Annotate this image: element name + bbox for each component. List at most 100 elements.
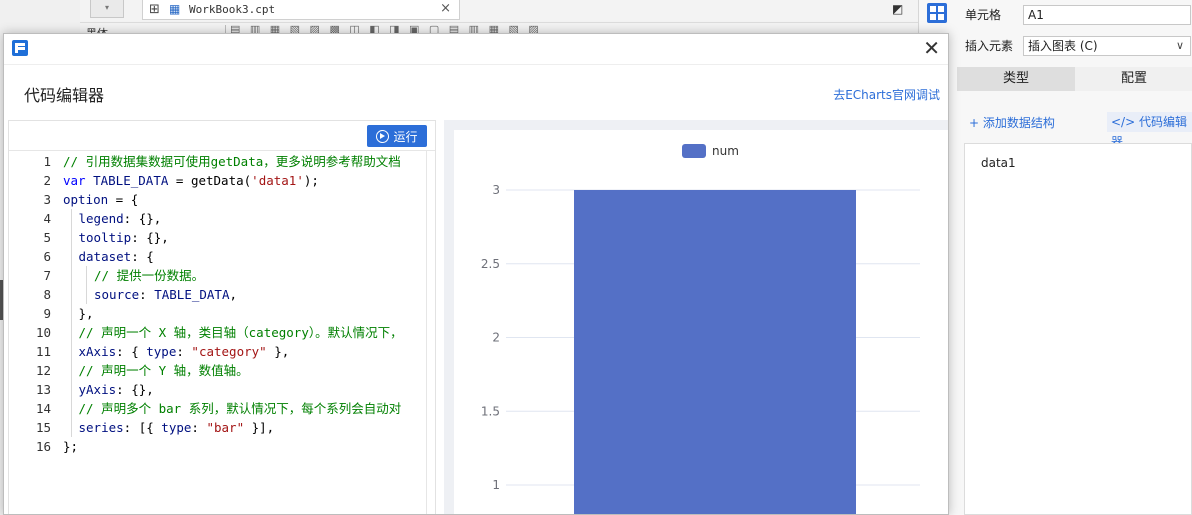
panel-actions: + 添加数据结构 </> 代码编辑器	[957, 112, 1192, 149]
line-number: 5	[43, 230, 51, 245]
code-token: "bar"	[206, 420, 245, 435]
line-number: 3	[43, 192, 51, 207]
grid-icon: ⊞	[149, 2, 160, 17]
code-token: :	[191, 420, 207, 435]
dataset-item[interactable]: data1	[981, 156, 1016, 170]
code-editor-pane: 运行 1 // 引用数据集数据可使用getData，更多说明参考帮助文档 2 var …	[8, 120, 437, 514]
bar-chart: 3 2.5 2 1.5 1	[481, 183, 920, 515]
line-number: 11	[35, 344, 51, 359]
chevron-down-icon: ∨	[1175, 39, 1184, 52]
code-token: : {},	[123, 211, 162, 226]
add-data-structure-button[interactable]: + 添加数据结构	[969, 114, 1055, 131]
code-token: }],	[244, 420, 275, 435]
collapse-icon[interactable]: ◩	[892, 2, 903, 16]
play-icon	[376, 129, 390, 143]
tab-close-icon[interactable]: ×	[440, 1, 451, 16]
insert-element-select[interactable]: 插入图表 (C) ∨	[1023, 36, 1191, 56]
code-token: : [{	[123, 420, 162, 435]
line-number: 4	[43, 211, 51, 226]
cell-element-icon[interactable]	[927, 3, 947, 23]
tab-config[interactable]: 配置	[1075, 67, 1192, 91]
code-token: ,	[229, 287, 238, 302]
code-token: : {},	[131, 230, 169, 245]
line-number: 6	[43, 249, 51, 264]
code-token: TABLE_DATA	[93, 173, 169, 188]
code-text: xAxis: { type: "category" },	[79, 342, 290, 361]
line-number: 15	[35, 420, 51, 435]
code-token: );	[303, 173, 319, 188]
new-dropdown-button[interactable]: ▾	[90, 0, 124, 18]
code-token: source	[94, 287, 140, 302]
tab-type[interactable]: 类型	[957, 67, 1075, 91]
code-text: series: [{ type: "bar" }],	[79, 418, 275, 437]
line-number: 2	[43, 173, 51, 188]
line-number: 16	[35, 439, 51, 454]
code-token: },	[266, 344, 290, 359]
line-number: 13	[35, 382, 51, 397]
panel-tabs: 类型 配置	[957, 67, 1192, 91]
code-token: option	[63, 192, 109, 207]
code-token: tooltip	[78, 230, 132, 245]
indent-guide	[71, 209, 72, 437]
dataset-list: data1	[964, 143, 1192, 515]
code-token: legend	[78, 211, 124, 226]
y-tick-label: 1	[492, 478, 500, 492]
titlebar-divider	[4, 64, 948, 65]
code-token: series	[78, 420, 124, 435]
code-token: type	[146, 344, 177, 359]
echarts-debug-link[interactable]: 去ECharts官网调试	[833, 86, 940, 103]
app-logo-icon	[12, 40, 28, 56]
code-token: : {},	[116, 382, 154, 397]
code-editor-button[interactable]: </> 代码编辑器	[1107, 112, 1192, 149]
bar-num[interactable]	[574, 190, 856, 515]
line-number: 8	[43, 287, 51, 302]
code-text: tooltip: {},	[79, 228, 169, 247]
insert-element-value: 插入图表 (C)	[1028, 39, 1098, 53]
code-text: // 声明多个 bar 系列，默认情况下，每个系列会自动对	[79, 399, 402, 418]
code-token: // 声明一个 X 轴，类目轴（category）。默认情况下，	[78, 325, 403, 340]
code-text: source: TABLE_DATA,	[94, 285, 237, 304]
workbook-icon: ▦	[169, 2, 181, 16]
code-text: var TABLE_DATA = getData('data1');	[63, 171, 319, 190]
code-token: // 引用数据集数据可使用getData，更多说明参考帮助文档	[63, 154, 401, 169]
code-text: // 声明一个 Y 轴，数值轴。	[79, 361, 249, 380]
cell-label: 单元格	[965, 8, 1002, 22]
code-token: = getData(	[168, 173, 252, 188]
code-token: = {	[108, 192, 139, 207]
y-tick-label: 2.5	[481, 257, 500, 271]
code-text: legend: {},	[79, 209, 162, 228]
cell-input[interactable]: A1	[1023, 5, 1191, 25]
run-button-label: 运行	[393, 129, 418, 144]
code-token: : {	[131, 249, 154, 264]
code-token: xAxis	[78, 344, 117, 359]
code-token: dataset	[78, 249, 132, 264]
dialog-title: 代码编辑器	[24, 86, 105, 105]
code-editor-dialog: ✕ 代码编辑器 去ECharts官网调试 运行 1 // 引用数据集数据可使用ge…	[3, 33, 949, 515]
insert-element-label: 插入元素	[965, 39, 1014, 53]
y-tick-label: 1.5	[481, 404, 500, 418]
code-text: },	[79, 304, 94, 323]
run-button[interactable]: 运行	[367, 125, 427, 147]
code-text: yAxis: {},	[79, 380, 154, 399]
code-token: "category"	[191, 344, 267, 359]
code-scroll-track	[426, 151, 427, 514]
code-token: TABLE_DATA	[154, 287, 230, 302]
indent-guide	[86, 266, 87, 304]
chart-preview: num 3 2.5 2 1.5 1	[444, 120, 948, 515]
workbook-tab[interactable]: ⊞ ▦ WorkBook3.cpt ×	[142, 0, 460, 20]
close-icon[interactable]: ✕	[923, 37, 940, 59]
y-tick-label: 3	[492, 183, 500, 197]
right-panel: 单元格 A1 插入元素 插入图表 (C) ∨ 类型 配置 + 添加数据结构 </…	[918, 0, 1192, 515]
code-token: :	[139, 287, 155, 302]
code-token: 'data1'	[251, 173, 304, 188]
code-text: };	[63, 437, 78, 456]
code-token: var	[63, 173, 94, 188]
line-number: 12	[35, 363, 51, 378]
code-token: // 声明一个 Y 轴，数值轴。	[78, 363, 249, 378]
workbook-tab-title: WorkBook3.cpt	[189, 3, 276, 16]
code-area[interactable]: 1 // 引用数据集数据可使用getData，更多说明参考帮助文档 2 var TAB…	[9, 151, 437, 514]
code-text: // 声明一个 X 轴，类目轴（category）。默认情况下，	[79, 323, 403, 342]
code-text: dataset: {	[79, 247, 154, 266]
line-number: 7	[43, 268, 51, 283]
code-token: type	[161, 420, 192, 435]
